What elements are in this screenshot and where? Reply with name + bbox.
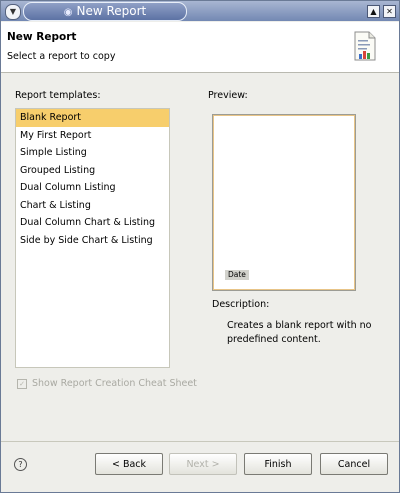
cheat-sheet-checkbox[interactable]: ✓ [17,378,27,389]
chevron-down-icon[interactable]: ▼ [5,4,21,20]
list-item[interactable]: Chart & Listing [16,197,169,215]
description-text: Creates a blank report with no predefine… [227,320,372,345]
header-title: New Report [7,31,77,43]
list-item[interactable]: Simple Listing [16,144,169,162]
next-button[interactable]: Next > [169,453,237,475]
title-bar[interactable]: ▼ ◉ New Report ▲ ✕ [1,1,399,21]
templates-label: Report templates: [15,90,101,101]
footer-divider [1,441,399,442]
report-icon [354,31,376,61]
list-item[interactable]: My First Report [16,127,169,145]
cancel-button[interactable]: Cancel [320,453,388,475]
dialog-header: New Report Select a report to copy [1,22,399,73]
back-button[interactable]: < Back [95,453,163,475]
cheat-sheet-label: Show Report Creation Cheat Sheet [32,378,197,389]
list-item[interactable]: Dual Column Listing [16,179,169,197]
window-title-pill: ◉ New Report [23,2,187,21]
preview-label: Preview: [208,90,248,101]
finish-button[interactable]: Finish [244,453,312,475]
templates-list[interactable]: Blank Report My First Report Simple List… [15,108,170,368]
maximize-button[interactable]: ▲ [367,5,380,18]
cheat-sheet-option[interactable]: ✓ Show Report Creation Cheat Sheet [17,378,197,389]
preview-thumbnail: Date [212,114,356,291]
new-report-dialog: ▼ ◉ New Report ▲ ✕ New Report Select a re… [0,0,400,493]
list-item[interactable]: Side by Side Chart & Listing [16,232,169,250]
window-title: New Report [76,4,147,18]
help-icon[interactable]: ? [14,458,27,471]
globe-icon: ◉ [63,7,73,18]
list-item[interactable]: Blank Report [16,109,169,127]
header-subtitle: Select a report to copy [7,51,116,62]
preview-date-label: Date [225,270,249,280]
list-item[interactable]: Dual Column Chart & Listing [16,214,169,232]
description-label: Description: [212,299,270,310]
close-button[interactable]: ✕ [383,5,396,18]
list-item[interactable]: Grouped Listing [16,162,169,180]
